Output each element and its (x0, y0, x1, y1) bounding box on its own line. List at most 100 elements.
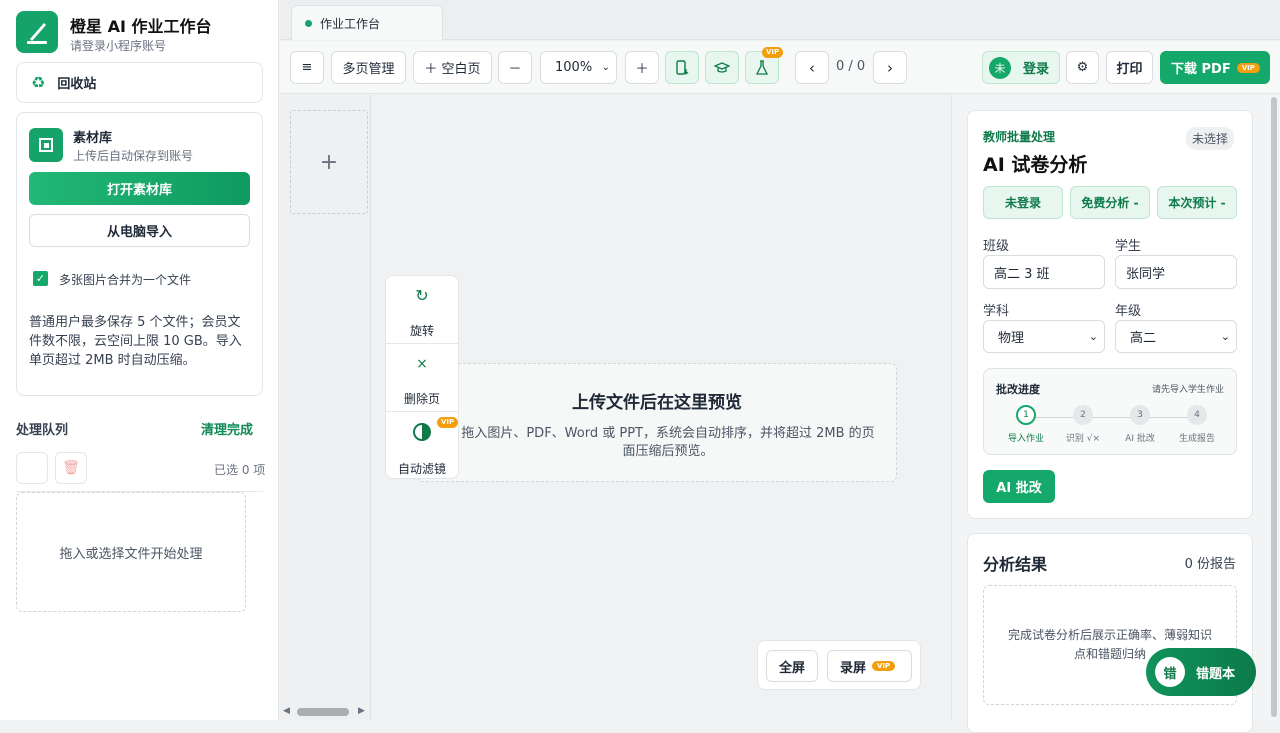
step-4: 4 生成报告 (1167, 405, 1227, 444)
materials-icon (29, 128, 63, 162)
preview-description: 拖入图片、PDF、Word 或 PPT，系统会自动排序，并将超过 2MB 的页面… (461, 426, 875, 459)
recycle-icon: ♻ (31, 73, 46, 92)
recycle-bin-button[interactable]: ♻ 回收站 (16, 62, 263, 103)
prev-page-button[interactable]: ‹ (795, 51, 829, 84)
step-label: AI 批改 (1125, 434, 1155, 444)
preview-title: 上传文件后在这里预览 (572, 393, 742, 413)
multi-page-button[interactable]: 多页管理 (331, 51, 406, 84)
scroll-left-arrow[interactable]: ◀ (283, 706, 290, 716)
add-page-button[interactable]: + (290, 110, 368, 214)
gear-icon[interactable]: ⚙ (1066, 51, 1099, 84)
recycle-label: 回收站 (57, 77, 97, 92)
progress-hint: 请先导入学生作业 (1151, 385, 1224, 395)
estimate-chip[interactable]: 本次预计 - (1157, 186, 1237, 219)
step-number: 4 (1187, 405, 1207, 425)
divider (386, 343, 458, 344)
queue-title: 处理队列 (16, 423, 69, 438)
contrast-icon[interactable] (413, 423, 431, 441)
zoom-out-button[interactable]: － (498, 51, 532, 84)
analysis-title: AI 试卷分析 (983, 154, 1088, 176)
chevron-down-icon: ⌄ (1088, 330, 1098, 343)
storage-note: 普通用户最多保存 5 个文件；会员文件数不限，云空间上限 10 GB。导入单页超… (29, 315, 242, 368)
blank-page-button[interactable]: ＋ 空白页 (413, 51, 492, 84)
free-analysis-chip[interactable]: 免费分析 - (1070, 186, 1150, 219)
preview-placeholder: 上传文件后在这里预览 拖入图片、PDF、Word 或 PPT，系统会自动排序，并… (417, 363, 897, 482)
tab-label: 作业工作台 (320, 16, 381, 31)
queue-dropzone[interactable]: 拖入或选择文件开始处理 (16, 492, 246, 612)
status-badge: 未选择 (1186, 127, 1235, 150)
materials-card: 素材库 上传后自动保存到账号 打开素材库 从电脑导入 ✓ 多张图片合并为一个文件… (16, 112, 263, 396)
step-1: 1 导入作业 (996, 405, 1056, 444)
step-2: 2 识别 √× (1053, 405, 1113, 444)
progress-title: 批改进度 (996, 383, 1040, 396)
ai-grade-button[interactable]: AI 批改 (983, 470, 1055, 503)
grade-label: 年级 (1115, 304, 1142, 319)
education-button[interactable] (705, 51, 739, 84)
download-pdf-button[interactable]: 下载 PDF VIP (1160, 51, 1270, 84)
page-counter: 0 / 0 (836, 59, 866, 74)
record-button[interactable]: 录屏 VIP (827, 650, 912, 682)
sidebar: 橙星 AI 作业工作台 请登录小程序账号 ♻ 回收站 素材库 上传后自动保存到账… (0, 0, 279, 720)
step-label: 生成报告 (1178, 434, 1215, 444)
scroll-right-arrow[interactable]: ▶ (358, 706, 365, 716)
print-button[interactable]: 打印 (1106, 51, 1153, 84)
menu-button[interactable]: ≡ (290, 51, 324, 84)
student-input[interactable]: 张同学 (1115, 255, 1237, 289)
app-title: 橙星 AI 作业工作台 (70, 17, 212, 36)
vip-badge: VIP (762, 47, 784, 58)
analysis-kicker: 教师批量处理 (983, 130, 1056, 144)
app-subtitle: 请登录小程序账号 (70, 39, 167, 53)
results-title: 分析结果 (983, 555, 1048, 574)
phone-upload-button[interactable] (665, 51, 699, 84)
queue-clear-button[interactable]: 清理完成 (201, 419, 253, 438)
queue-select-all[interactable] (16, 452, 48, 484)
delete-page-label[interactable]: 删除页 (386, 390, 458, 407)
class-input[interactable]: 高二 3 班 (983, 255, 1105, 289)
step-number: 3 (1130, 405, 1150, 425)
chevron-down-icon: ⌄ (1220, 330, 1230, 343)
graduation-cap-icon (714, 61, 730, 73)
progress-steps: 1 导入作业 2 识别 √× 3 AI 批改 4 生成报告 (984, 405, 1238, 450)
record-vip-badge: VIP (872, 661, 896, 671)
close-icon[interactable]: × (386, 356, 458, 372)
tab-workspace[interactable]: 作业工作台 (291, 5, 443, 40)
avatar: 未 (989, 56, 1011, 79)
zoom-in-button[interactable]: ＋ (625, 51, 659, 84)
rotate-label[interactable]: 旋转 (386, 322, 458, 339)
step-number: 1 (1016, 405, 1036, 425)
class-label: 班级 (983, 239, 1010, 254)
zoom-select[interactable]: 100% ⌄ (540, 51, 617, 84)
merge-label: 多张图片合并为一个文件 (59, 273, 192, 287)
tab-dot (305, 19, 312, 27)
login-status-chip[interactable]: 未登录 (983, 186, 1063, 219)
rotate-icon[interactable]: ↻ (386, 286, 458, 305)
zoom-value: 100% (555, 60, 593, 75)
chevron-down-icon: ⌄ (601, 62, 610, 73)
login-button[interactable]: 未 登录 (982, 51, 1060, 84)
import-from-pc-button[interactable]: 从电脑导入 (29, 214, 250, 247)
merge-checkbox[interactable]: ✓ (33, 271, 48, 286)
trash-icon[interactable]: 🗑 (55, 452, 87, 484)
wrongbook-button[interactable]: 错 错题本 (1146, 648, 1256, 696)
download-label: 下载 PDF (1171, 62, 1231, 77)
wrongbook-icon: 错 (1155, 657, 1185, 687)
grade-select[interactable]: 高二 ⌄ (1115, 320, 1237, 353)
login-label: 登录 (1023, 62, 1050, 77)
student-label: 学生 (1115, 239, 1142, 254)
grade-value: 高二 (1130, 331, 1157, 346)
phone-icon (676, 59, 689, 75)
fullscreen-button[interactable]: 全屏 (766, 650, 818, 682)
horizontal-scrollbar[interactable] (297, 708, 349, 716)
subject-label: 学科 (983, 304, 1010, 319)
filter-vip-badge: VIP (437, 417, 459, 428)
subject-select[interactable]: 物理 ⌄ (983, 320, 1105, 353)
page-tools-panel: ↻ 旋转 × 删除页 VIP 自动滤镜 (385, 275, 459, 479)
vertical-scrollbar[interactable] (1271, 97, 1277, 717)
record-label: 录屏 (840, 660, 867, 676)
open-materials-button[interactable]: 打开素材库 (29, 172, 250, 205)
report-count: 0 份报告 (1184, 557, 1236, 572)
wrongbook-label: 错题本 (1196, 666, 1236, 682)
next-page-button[interactable]: › (873, 51, 907, 84)
progress-box: 批改进度 请先导入学生作业 1 导入作业 2 识别 √× 3 AI 批改 4 生… (983, 368, 1237, 455)
auto-filter-label[interactable]: 自动滤镜 (386, 460, 458, 477)
